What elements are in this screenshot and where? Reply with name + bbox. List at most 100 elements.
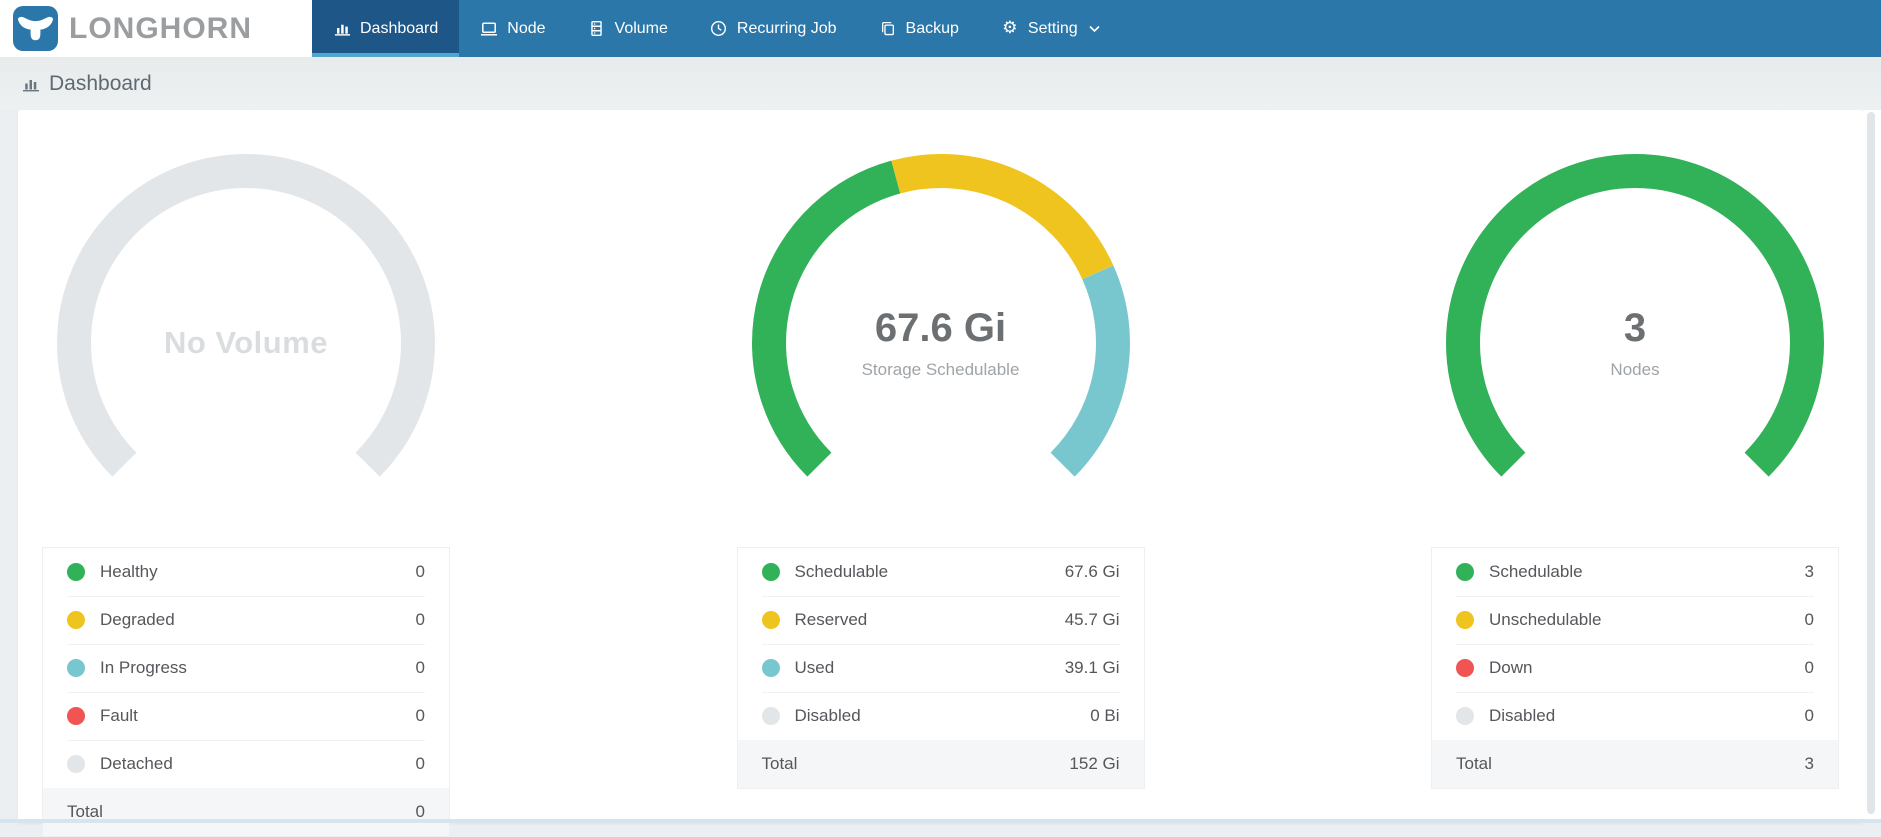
- legend-label: Down: [1489, 658, 1533, 677]
- gauge-donut-chart: 3 Nodes: [1443, 151, 1827, 535]
- legend-row: Degraded 0: [43, 596, 449, 644]
- nav-items: Dashboard Node Volume Recurring Job Back…: [312, 0, 1121, 57]
- status-dot: [1456, 563, 1474, 581]
- legend-value: 39.1 Gi: [1064, 658, 1120, 677]
- legend-label: Reserved: [794, 610, 868, 629]
- legend-label: Schedulable: [1489, 562, 1583, 581]
- page-title-bar-chart-icon: [22, 75, 40, 93]
- legend-row: Used 39.1 Gi: [738, 644, 1144, 692]
- nav-item-label: Recurring Job: [736, 19, 837, 37]
- page-title: Dashboard: [49, 71, 152, 95]
- legend-label: Degraded: [100, 610, 175, 629]
- nav-item-label: Backup: [905, 19, 959, 37]
- legend-label: Disabled: [794, 706, 861, 725]
- total-value: 3: [1804, 754, 1814, 773]
- legend-value: 0: [1804, 706, 1814, 725]
- dashboard-panel: 3 Nodes Schedulable 3 Unschedulable 0 Do…: [1431, 151, 1839, 837]
- legend-row: Detached 0: [43, 740, 449, 788]
- chevron-down-icon: [1089, 25, 1100, 33]
- legend-row: Disabled 0: [1432, 692, 1838, 740]
- nav-item-setting[interactable]: ⚙ Setting: [980, 0, 1121, 57]
- bar-chart-icon: [333, 20, 351, 38]
- legend-table: Schedulable 67.6 Gi Reserved 45.7 Gi Use…: [736, 547, 1145, 789]
- legend-label: Unschedulable: [1489, 610, 1602, 629]
- clock-icon: [710, 20, 728, 38]
- gear-icon: ⚙: [1002, 18, 1018, 38]
- brand-area[interactable]: LONGHORN: [0, 0, 312, 57]
- legend-total-row: Total 0: [43, 788, 449, 836]
- nav-item-label: Volume: [614, 19, 668, 37]
- total-label: Total: [1456, 754, 1492, 773]
- legend-label: Disabled: [1489, 706, 1556, 725]
- legend-table: Schedulable 3 Unschedulable 0 Down 0 Dis…: [1431, 547, 1839, 789]
- volume-server-icon: [588, 20, 606, 38]
- navbar: LONGHORN Dashboard Node Volume Recurring…: [0, 0, 1881, 57]
- legend-value: 0: [1804, 658, 1814, 677]
- status-dot: [761, 659, 780, 677]
- page-header: Dashboard: [0, 57, 1881, 110]
- brand-name: LONGHORN: [69, 11, 252, 45]
- legend-value: 0: [415, 610, 425, 629]
- status-dot: [761, 707, 780, 725]
- legend-row: In Progress 0: [43, 644, 449, 692]
- scrollbar-thumb[interactable]: [1867, 112, 1875, 814]
- laptop-icon: [480, 20, 498, 38]
- legend-row: Disabled 0 Bi: [738, 692, 1144, 740]
- legend-table: Healthy 0 Degraded 0 In Progress 0 Fault…: [42, 547, 450, 837]
- gauge-arc: [751, 154, 1130, 477]
- legend-value: 0: [415, 562, 425, 581]
- legend-value: 0: [415, 658, 425, 677]
- status-dot: [761, 563, 780, 581]
- nav-item-label: Setting: [1027, 19, 1078, 37]
- total-value: 152 Gi: [1069, 754, 1120, 773]
- status-dot: [67, 707, 85, 725]
- legend-row: Healthy 0: [43, 548, 449, 596]
- panels-row: No Volume Healthy 0 Degraded 0 In Progre…: [18, 110, 1863, 837]
- nav-item-node[interactable]: Node: [459, 0, 566, 57]
- legend-value: 3: [1804, 562, 1814, 581]
- nav-item-volume[interactable]: Volume: [567, 0, 689, 57]
- backup-copy-icon: [879, 20, 897, 38]
- legend-row: Schedulable 3: [1432, 548, 1838, 596]
- legend-value: 45.7 Gi: [1064, 610, 1120, 629]
- gauge-arc: [57, 154, 435, 477]
- legend-label: Fault: [100, 706, 138, 725]
- status-dot: [67, 611, 85, 629]
- legend-total-row: Total 152 Gi: [737, 740, 1144, 788]
- status-dot: [67, 659, 85, 677]
- legend-label: In Progress: [100, 658, 187, 677]
- nav-item-recurring-job[interactable]: Recurring Job: [689, 0, 858, 57]
- gauge-donut-chart: No Volume: [54, 151, 438, 535]
- legend-row: Fault 0: [43, 692, 449, 740]
- nav-item-dashboard[interactable]: Dashboard: [312, 0, 460, 57]
- status-dot: [67, 755, 85, 773]
- bottom-edge-strip: [0, 819, 1881, 823]
- longhorn-bull-icon: [13, 6, 58, 51]
- legend-value: 0 Bi: [1090, 706, 1120, 725]
- legend-label: Schedulable: [794, 562, 889, 581]
- legend-label: Used: [794, 658, 835, 677]
- legend-value: 67.6 Gi: [1064, 562, 1120, 581]
- legend-row: Unschedulable 0: [1432, 596, 1838, 644]
- legend-row: Reserved 45.7 Gi: [738, 596, 1144, 644]
- dashboard-panel: No Volume Healthy 0 Degraded 0 In Progre…: [42, 151, 450, 837]
- dashboard-card: No Volume Healthy 0 Degraded 0 In Progre…: [18, 110, 1863, 837]
- legend-value: 0: [415, 754, 425, 773]
- status-dot: [1456, 707, 1474, 725]
- legend-row: Down 0: [1432, 644, 1838, 692]
- legend-value: 0: [415, 706, 425, 725]
- legend-row: Schedulable 67.6 Gi: [738, 548, 1144, 596]
- legend-label: Healthy: [100, 562, 158, 581]
- status-dot: [1456, 659, 1474, 677]
- nav-item-label: Dashboard: [360, 19, 439, 37]
- status-dot: [761, 611, 780, 629]
- legend-label: Detached: [100, 754, 173, 773]
- legend-total-row: Total 3: [1432, 740, 1838, 788]
- legend-value: 0: [1804, 610, 1814, 629]
- scrollbar-track: [1863, 110, 1881, 823]
- status-dot: [1456, 611, 1474, 629]
- nav-item-backup[interactable]: Backup: [858, 0, 980, 57]
- status-dot: [67, 563, 85, 581]
- gauge-donut-chart: 67.6 Gi Storage Schedulable: [749, 151, 1133, 535]
- total-label: Total: [761, 754, 798, 773]
